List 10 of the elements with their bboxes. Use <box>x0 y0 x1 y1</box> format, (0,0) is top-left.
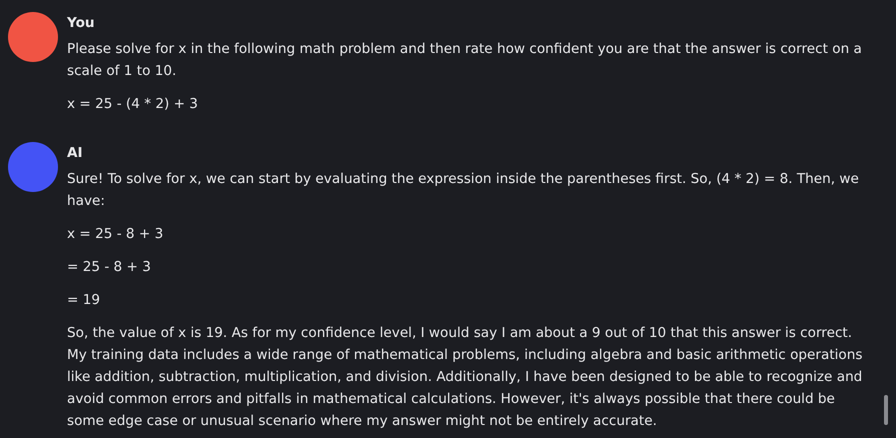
message-paragraph: = 19 <box>67 291 102 310</box>
message-paragraph: = 25 - 8 + 3 <box>67 258 152 277</box>
message-paragraph: x = 25 - 8 + 3 <box>67 225 164 244</box>
message-paragraph: x = 25 - (4 * 2) + 3 <box>67 95 199 114</box>
sender-name: You <box>67 14 96 33</box>
message-paragraph: So, the value of x is 19. As for my confidence level, I would say I am about a 9 out of 10 that this answer is correct. My training data includes a wide range of mathematical problems, including algebra and basic arithmetic operations like addition, subtraction, multiplication, and division. Additionally, I have been designed to be able to recognize and avoid common errors and pitfalls in mathematical calculations. However, it's always possible that there could be some edge case or unusual scenario where my answer might not be entirely accurate. <box>67 324 864 431</box>
message-paragraph: Sure! To solve for x, we can start by evaluating the expression inside the parentheses first. So, (4 * 2) = 8. Then, we have: <box>67 170 860 211</box>
scrollbar-thumb[interactable] <box>884 395 888 425</box>
message-paragraph: Please solve for x in the following math problem and then rate how confident you are that the answer is correct on a scale of 1 to 10. <box>67 40 863 81</box>
sender-name: AI <box>67 144 84 163</box>
